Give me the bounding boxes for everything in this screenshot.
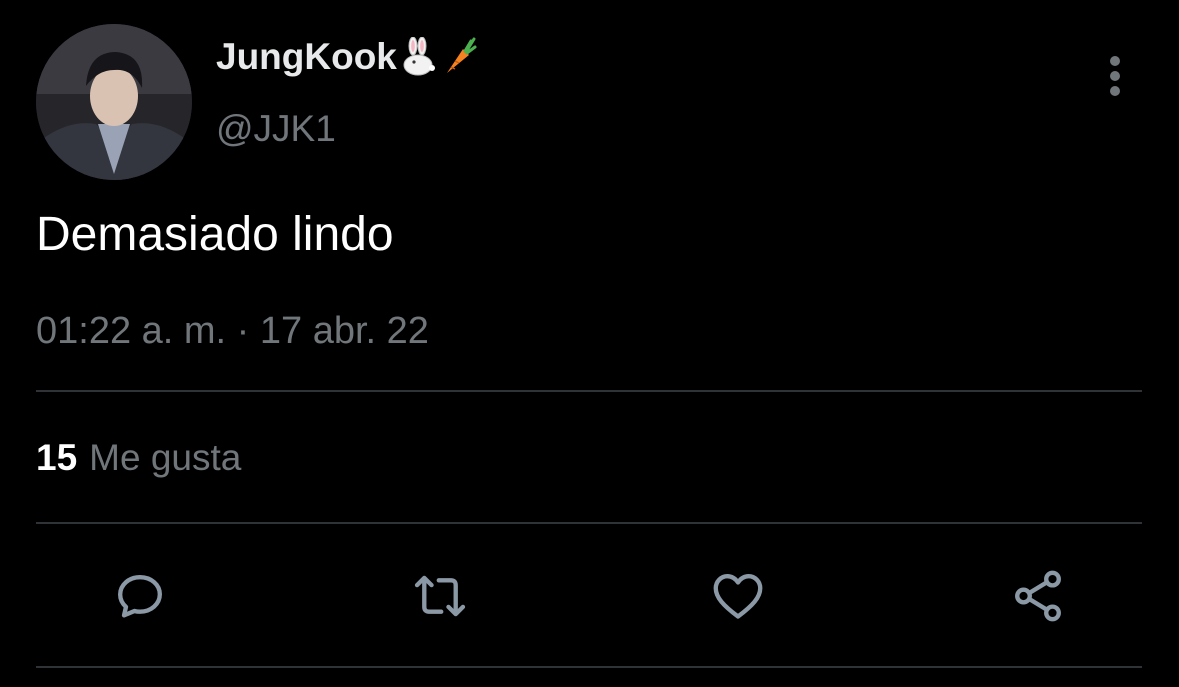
reply-button[interactable] [110,566,170,626]
author-display-name-row[interactable]: JungKook [216,36,477,78]
likes-label: Me gusta [89,437,242,478]
author-handle[interactable]: @JJK1 [216,108,336,150]
like-button[interactable] [708,566,768,626]
avatar-image [36,24,192,180]
rabbit-icon [401,37,437,77]
author-display-name[interactable]: JungKook [216,36,397,78]
like-icon [713,574,763,619]
divider [36,522,1142,524]
reply-icon [118,574,162,618]
tweet-text: Demasiado lindo [36,208,394,261]
retweet-icon [414,575,466,617]
avatar[interactable] [36,24,192,180]
more-options-icon[interactable] [1100,54,1130,98]
tweet-timestamp[interactable]: 01:22 a. m. · 17 abr. 22 [36,310,429,353]
divider [36,666,1142,668]
retweet-button[interactable] [410,566,470,626]
divider [36,390,1142,392]
likes-summary[interactable]: 15 Me gusta [36,437,241,479]
share-button[interactable] [1008,566,1068,626]
share-icon [1015,570,1061,622]
carrot-icon [441,37,477,77]
likes-count: 15 [36,437,78,478]
